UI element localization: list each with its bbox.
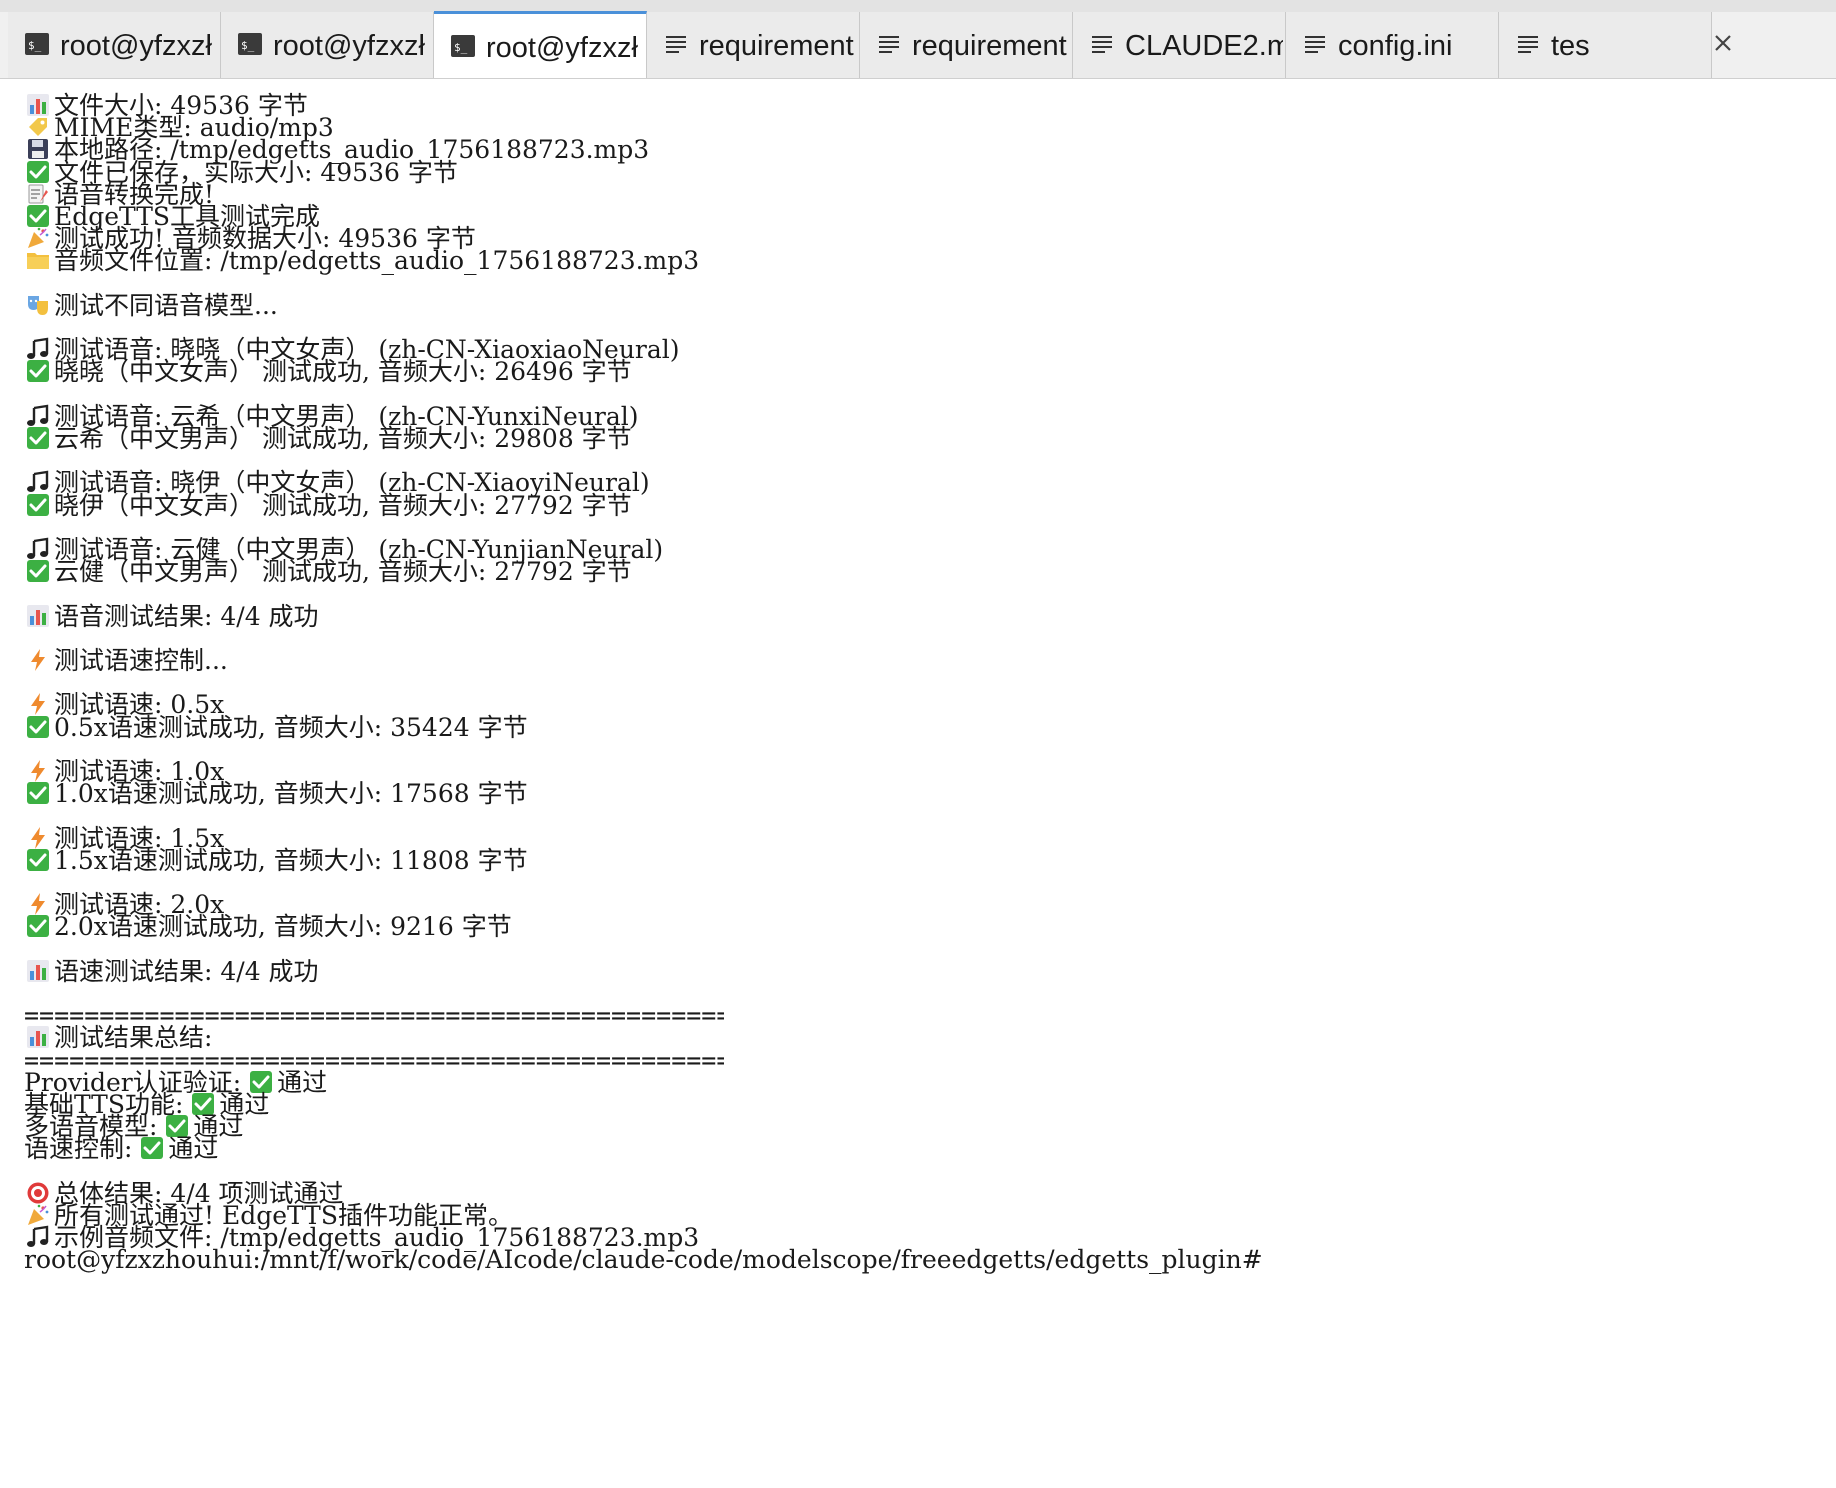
target-icon — [26, 1181, 54, 1205]
terminal-tab-icon: $_ — [450, 33, 476, 59]
terminal-line-text: 晓伊（中文女声） 测试成功, 音频大小: 27792 字节 — [54, 490, 632, 520]
terminal-line: 1.0x语速测试成功, 音频大小: 17568 字节 — [26, 781, 528, 807]
bolt-icon — [26, 692, 54, 716]
tab-8[interactable]: tes — [1499, 12, 1731, 78]
terminal-line-text: 1.5x语速测试成功, 音频大小: 11808 字节 — [54, 845, 528, 875]
bolt-icon — [26, 892, 54, 916]
music-icon — [26, 470, 54, 494]
tab-label: root@yfzxzł — [60, 30, 212, 62]
tab-label: config.ini — [1338, 30, 1453, 62]
music-icon — [26, 537, 54, 561]
tab-4[interactable]: requirement — [647, 12, 879, 78]
check-icon — [26, 359, 54, 383]
terminal-line-text: 语速控制: — [24, 1134, 141, 1164]
terminal-line-text: 云希（中文男声） 测试成功, 音频大小: 29808 字节 — [54, 424, 632, 453]
svg-text:$_: $_ — [28, 39, 42, 52]
terminal-line-text: 云健（中文男声） 测试成功, 音频大小: 27792 字节 — [54, 557, 632, 587]
music-icon — [26, 404, 54, 428]
tab-3[interactable]: $_ root@yfzxzł — [434, 11, 666, 78]
terminal-line-text: 语音测试结果: 4/4 成功 — [54, 601, 319, 631]
terminal-output[interactable]: 文件大小: 49536 字节 MIME类型: audio/mp3 本地路径: /tm… — [0, 79, 1836, 1488]
terminal-tab-icon: $_ — [237, 31, 263, 57]
check-icon — [26, 160, 54, 184]
terminal-line: 语速控制: 通过 — [24, 1136, 218, 1162]
masks-icon — [26, 293, 54, 317]
bolt-icon — [26, 826, 54, 850]
terminal-line-text: 1.0x语速测试成功, 音频大小: 17568 字节 — [54, 779, 528, 809]
svg-text:$_: $_ — [241, 39, 255, 52]
terminal-line: 1.5x语速测试成功, 音频大小: 11808 字节 — [26, 845, 528, 875]
document-tab-icon — [876, 31, 902, 57]
terminal-line: 云健（中文男声） 测试成功, 音频大小: 27792 字节 — [26, 559, 632, 585]
check-icon — [26, 426, 54, 450]
party-icon — [26, 226, 54, 250]
terminal-line: 语音测试结果: 4/4 成功 — [26, 601, 319, 631]
tab-label: root@yfzxzł — [273, 30, 425, 62]
terminal-line-text: 语速测试结果: 4/4 成功 — [54, 956, 319, 986]
document-tab-icon — [1302, 31, 1328, 57]
terminal-line-text: 测试不同语音模型... — [54, 290, 278, 320]
terminal-line: 2.0x语速测试成功, 音频大小: 9216 字节 — [26, 914, 512, 940]
tab-label: root@yfzxzł — [486, 32, 638, 64]
terminal-line-text: 音频文件位置: /tmp/edgetts_audio_1756188723.mp… — [54, 246, 700, 276]
tag-icon — [26, 115, 54, 139]
shell-prompt: root@yfzxzhouhui:/mnt/f/work/code/AIcode… — [24, 1247, 1263, 1273]
check-icon — [26, 715, 54, 739]
terminal-line: 0.5x语速测试成功, 音频大小: 35424 字节 — [26, 712, 528, 742]
svg-text:$_: $_ — [454, 41, 468, 54]
check-icon — [26, 559, 54, 583]
tab-label: CLAUDE2.m — [1125, 30, 1283, 62]
chart-icon — [26, 93, 54, 117]
tab-7[interactable]: config.ini — [1286, 12, 1518, 78]
terminal-line: 晓晓（中文女声） 测试成功, 音频大小: 26496 字节 — [26, 359, 632, 385]
terminal-line-text: 2.0x语速测试成功, 音频大小: 9216 字节 — [54, 912, 512, 942]
floppy-icon — [26, 137, 54, 161]
music-icon — [26, 337, 54, 361]
terminal-line: 测试语速控制... — [26, 648, 228, 674]
folder-icon — [26, 248, 54, 272]
terminal-line-text: 晓晓（中文女声） 测试成功, 音频大小: 26496 字节 — [54, 357, 632, 387]
terminal-line: 云希（中文男声） 测试成功, 音频大小: 29808 字节 — [26, 426, 632, 452]
check-icon — [26, 848, 54, 872]
document-tab-icon — [1089, 31, 1115, 57]
document-tab-icon — [1515, 31, 1541, 57]
tab-2[interactable]: $_ root@yfzxzł — [221, 12, 453, 78]
terminal-tab-icon: $_ — [24, 31, 50, 57]
tab-strip: $_ root@yfzxzł $_ root@yfzxzł $_ root@yfzxzł r… — [0, 0, 1836, 79]
tab-label: requirement — [699, 30, 854, 62]
tab-label: tes — [1551, 30, 1590, 62]
bolt-icon — [26, 648, 54, 672]
check-icon — [26, 204, 54, 228]
terminal-line-text: 0.5x语速测试成功, 音频大小: 35424 字节 — [54, 712, 528, 742]
memo-party-icon — [26, 182, 54, 206]
check-icon — [26, 493, 54, 517]
bolt-icon — [26, 759, 54, 783]
tab-label: requirement — [912, 30, 1067, 62]
chart-icon — [26, 604, 54, 628]
terminal-line-text: root@yfzxzhouhui:/mnt/f/work/code/AIcode… — [24, 1245, 1263, 1275]
tab-strip-top-border — [0, 0, 1836, 12]
terminal-line: 音频文件位置: /tmp/edgetts_audio_1756188723.mp… — [26, 248, 699, 274]
tab-6[interactable]: CLAUDE2.m — [1073, 12, 1305, 78]
party-icon — [26, 1203, 54, 1227]
terminal-window: $_ root@yfzxzł $_ root@yfzxzł $_ root@yfzxzł r… — [0, 0, 1836, 1488]
tab-5[interactable]: requirement — [860, 12, 1092, 78]
status-pass-label: 通过 — [277, 1067, 328, 1097]
status-pass-label: 通过 — [168, 1134, 219, 1164]
terminal-line: 语速测试结果: 4/4 成功 — [26, 956, 319, 986]
chart-icon — [26, 959, 54, 983]
tab-1[interactable]: $_ root@yfzxzł — [8, 12, 240, 78]
document-tab-icon — [663, 31, 689, 57]
check-icon — [26, 781, 54, 805]
terminal-line: 测试不同语音模型... — [26, 290, 278, 320]
terminal-line: 晓伊（中文女声） 测试成功, 音频大小: 27792 字节 — [26, 490, 632, 520]
check-icon — [26, 914, 54, 938]
check-icon — [140, 1136, 168, 1160]
close-icon[interactable] — [1710, 29, 1736, 57]
chart-icon — [26, 1025, 54, 1049]
terminal-line-text: 测试语速控制... — [54, 646, 228, 675]
